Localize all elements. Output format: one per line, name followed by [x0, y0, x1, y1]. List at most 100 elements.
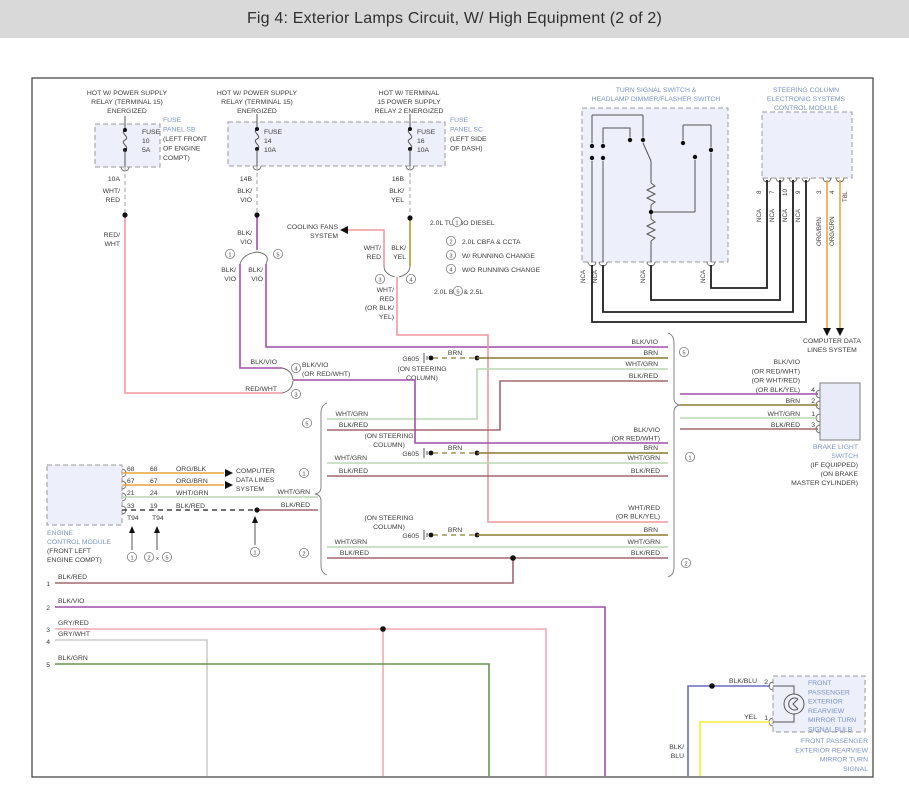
g2-blkred-label-r: BLK/RED: [631, 550, 660, 557]
note-1-text: 2.0L TURBO DIESEL: [430, 220, 495, 227]
svg-text:5: 5: [305, 421, 308, 427]
svg-text:GRY/RED: GRY/RED: [58, 620, 89, 627]
g5-blkred-label-l: BLK/RED: [339, 422, 368, 429]
g1-brn-mid-label: BRN: [448, 445, 462, 452]
g5-blkvio-label: BLK/VIO: [632, 339, 658, 346]
marker-1-left: 1: [299, 468, 308, 477]
svg-text:1: 1: [46, 581, 50, 588]
scm-wire4-label: ORG/GRN: [829, 216, 836, 246]
svg-text:2: 2: [147, 555, 150, 561]
svg-text:5: 5: [46, 662, 50, 669]
marker-3-merge: 3: [375, 274, 384, 283]
svg-text:5: 5: [276, 252, 279, 258]
note-4-text: W/O RUNNING CHANGE: [462, 267, 541, 274]
svg-text:3: 3: [378, 277, 381, 283]
svg-text:5: 5: [456, 289, 459, 295]
ecm-blkred-label: BLK/RED: [281, 502, 310, 509]
g5-brn-label: BRN: [644, 350, 658, 357]
svg-text:68: 68: [150, 466, 158, 473]
svg-text:WHT/GRN: WHT/GRN: [176, 490, 209, 497]
marker-4-merge: 4: [406, 274, 415, 283]
svg-text:BLK/RED: BLK/RED: [176, 503, 205, 510]
svg-text:2: 2: [46, 605, 50, 612]
marker-1-right: 1: [685, 452, 694, 461]
svg-text:2: 2: [302, 551, 305, 557]
fuse-panel-sc-box: [228, 114, 445, 170]
brake-light-switch-box: [820, 383, 860, 440]
svg-text:21: 21: [127, 490, 135, 497]
fuse16-caption: HOT W/ TERMINAL15 POWER SUPPLYRELAY 2 EN…: [375, 90, 444, 115]
note-5-marker: 5: [453, 286, 462, 295]
scm-wire9-label: NCA: [795, 208, 802, 222]
mirror-wire1-label: YEL: [744, 714, 757, 721]
g605-label-5: G605: [402, 356, 419, 363]
note-4-marker: 4: [446, 264, 455, 273]
bls-pin4-num: 4: [811, 387, 815, 394]
svg-text:GRY/WHT: GRY/WHT: [58, 631, 90, 638]
scm-wire7-label: NCA: [769, 208, 776, 222]
marker-5-left: 5: [302, 418, 311, 427]
svg-text:1: 1: [253, 550, 256, 556]
marker-3-join: 3: [291, 389, 300, 398]
g2-brn-label: BRN: [644, 527, 658, 534]
svg-text:33: 33: [127, 503, 135, 510]
note-1-marker: 1: [452, 217, 461, 226]
ecm-marker-5: 5: [162, 552, 171, 561]
g1-whtgrn-label-r: WHT/GRN: [628, 455, 661, 462]
svg-text:1: 1: [455, 220, 458, 226]
svg-text:1: 1: [302, 471, 305, 477]
svg-text:3: 3: [46, 627, 50, 634]
ts-pin2-wire-label: NCA: [592, 269, 599, 283]
g5-whtgrn-label-r: WHT/GRN: [626, 361, 659, 368]
scm-pin-4: 4: [829, 190, 836, 194]
mirror-pin2-num: 2: [764, 679, 768, 686]
svg-text:67: 67: [150, 478, 158, 485]
wiring-diagram-page: Fig 4: Exterior Lamps Circuit, W/ High E…: [0, 0, 909, 803]
svg-text:1: 1: [228, 252, 231, 258]
fuse14-pin: 14B: [240, 176, 253, 183]
svg-text:4: 4: [46, 639, 50, 646]
g1-blkred-label-l: BLK/RED: [339, 468, 368, 475]
svg-text:5: 5: [165, 555, 168, 561]
marker-2-right: 2: [681, 558, 690, 567]
scm-pin-3: 3: [816, 190, 823, 194]
marker-5-split: 5: [273, 249, 282, 258]
g605-label-1: G605: [402, 451, 419, 458]
svg-text:2: 2: [684, 561, 687, 567]
g2-whtgrn-label-l: WHT/GRN: [335, 539, 368, 546]
g1-blkred-label-r: BLK/RED: [631, 468, 660, 475]
g5-brn-mid-label: BRN: [448, 350, 462, 357]
turn-signal-switch-box: [582, 108, 728, 262]
svg-text:BLK/GRN: BLK/GRN: [58, 655, 88, 662]
wiring-diagram-canvas: HOT W/ POWER SUPPLYRELAY (TERMINAL 15)EN…: [0, 0, 909, 803]
mirror-wire2-label: BLK/BLU: [729, 678, 757, 685]
marker-1-split: 1: [225, 249, 234, 258]
fuse10-pin: 10A: [108, 176, 121, 183]
ts-pin1-wire-label: NCA: [580, 269, 587, 283]
marker-2-left: 2: [299, 548, 308, 557]
ecm-marker-1b: 1: [250, 547, 259, 556]
note-3-text: W/ RUNNING CHANGE: [462, 253, 535, 260]
note-2-marker: 2: [446, 236, 455, 245]
svg-text:ORG/BLK: ORG/BLK: [176, 466, 207, 473]
note-2-text: 2.0L CBFA & CCTA: [462, 239, 521, 246]
g2-blkred-label-l: BLK/RED: [340, 550, 369, 557]
bls-pin1-num: 1: [811, 411, 815, 418]
fuse16-pin: 16B: [392, 176, 405, 183]
ecm-marker-2: 2: [144, 552, 153, 561]
ecm-marker-1: 1: [127, 552, 136, 561]
ecm-t94-1: T94: [127, 515, 139, 522]
svg-text:BLK/VIO: BLK/VIO: [58, 598, 84, 605]
ecm-x-mark: x: [156, 556, 159, 562]
svg-text:1: 1: [130, 555, 133, 561]
marker-5-right: 5: [679, 347, 688, 356]
ecm-box: [47, 465, 122, 525]
svg-text:1: 1: [688, 455, 691, 461]
scm-connector-label: T8L: [842, 191, 849, 202]
m3-redwht-label: RED/WHT: [245, 386, 277, 393]
bls-wire2-label: BRN: [786, 398, 800, 405]
svg-text:68: 68: [127, 466, 135, 473]
svg-text:2: 2: [449, 239, 452, 245]
svg-text:19: 19: [150, 503, 158, 510]
bls-wire3-label: BLK/RED: [771, 422, 800, 429]
